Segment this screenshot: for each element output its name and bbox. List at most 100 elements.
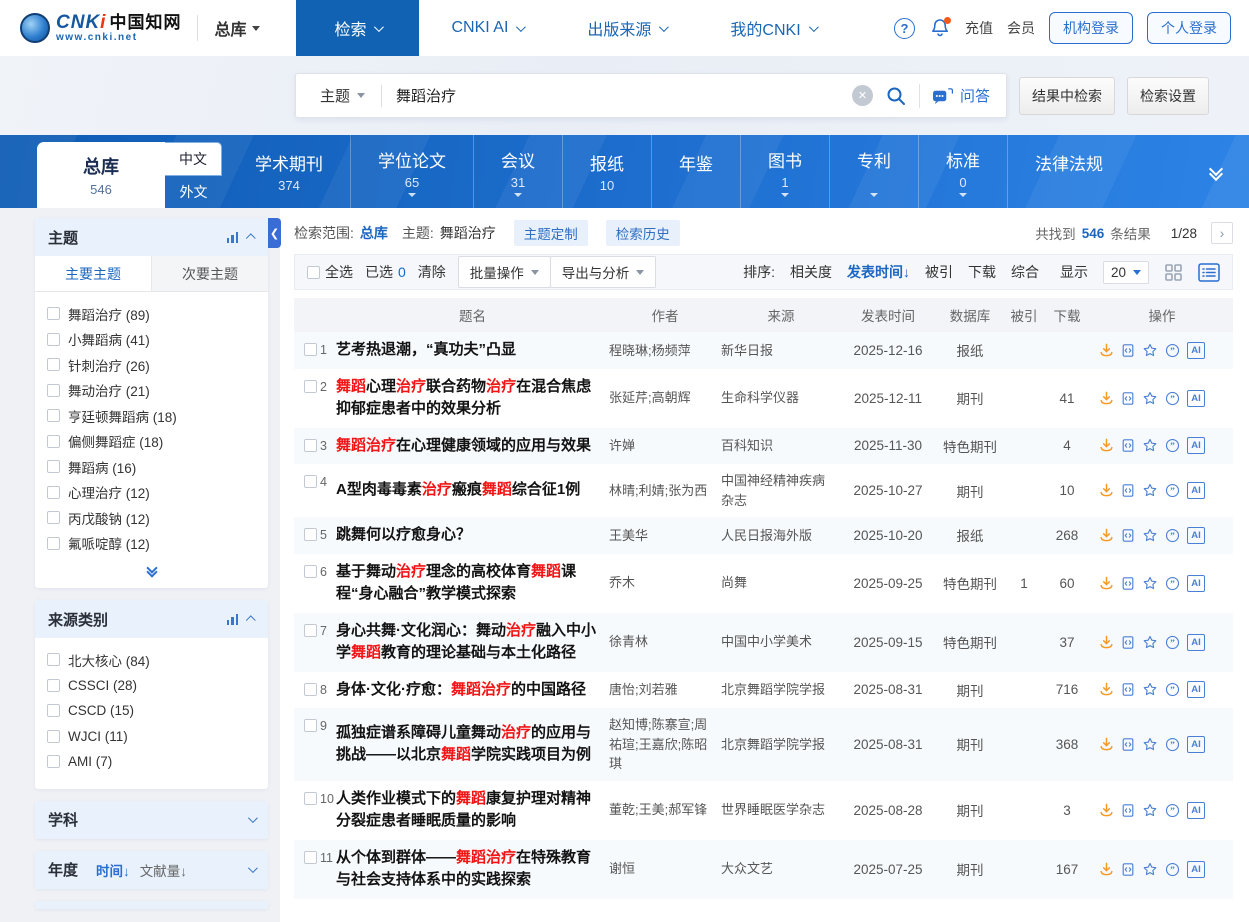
source-type-item[interactable]: CSSCI (28): [47, 673, 256, 699]
col-来源[interactable]: 来源: [721, 305, 841, 325]
result-title-link[interactable]: 孤独症谱系障碍儿童舞动治疗的应用与挑战——以北京舞蹈学院实践项目为例: [336, 722, 609, 767]
checkbox[interactable]: [47, 704, 60, 717]
download-icon[interactable]: [1099, 737, 1114, 752]
col-操作[interactable]: 操作: [1091, 305, 1233, 325]
tab-学术期刊[interactable]: 学术期刊374: [228, 135, 350, 208]
checkbox[interactable]: [47, 435, 60, 448]
html-read-icon[interactable]: [1121, 576, 1135, 591]
search-in-results-button[interactable]: 结果中检索: [1019, 77, 1115, 115]
col-被引[interactable]: 被引: [1005, 305, 1043, 325]
download-icon[interactable]: [1099, 862, 1114, 877]
result-title-link[interactable]: 身体·文化·疗愈：舞蹈治疗的中国路径: [336, 679, 609, 702]
topic-filter-item[interactable]: 亨廷顿舞蹈病 (18): [47, 403, 256, 429]
favorite-icon[interactable]: [1142, 528, 1158, 543]
result-authors[interactable]: 徐青林: [609, 632, 721, 652]
subject-header[interactable]: 学科: [35, 801, 268, 839]
checkbox[interactable]: [47, 307, 60, 320]
download-icon[interactable]: [1099, 483, 1114, 498]
row-checkbox[interactable]: [304, 528, 317, 541]
result-title-link[interactable]: A型肉毒毒素治疗瘢痕舞蹈综合征1例: [336, 479, 609, 502]
sort-发表时间↓[interactable]: 发表时间↓: [847, 262, 910, 282]
favorite-icon[interactable]: [1142, 438, 1158, 453]
favorite-icon[interactable]: [1142, 682, 1158, 697]
row-checkbox[interactable]: [304, 792, 317, 805]
sort-被引[interactable]: 被引: [925, 262, 953, 282]
cite-icon[interactable]: ”: [1165, 343, 1180, 358]
result-authors[interactable]: 张延芹;高朝辉: [609, 388, 721, 408]
result-title-link[interactable]: 舞蹈治疗在心理健康领域的应用与效果: [336, 435, 609, 458]
tab-年鉴[interactable]: 年鉴: [651, 135, 740, 208]
collapse-icon[interactable]: [246, 233, 256, 243]
result-source[interactable]: 中国中小学美术: [721, 632, 841, 652]
download-icon[interactable]: [1099, 635, 1114, 650]
row-checkbox[interactable]: [304, 719, 317, 732]
html-read-icon[interactable]: [1121, 438, 1135, 453]
ai-icon[interactable]: AI: [1187, 634, 1205, 651]
topic-filter-item[interactable]: 舞蹈病 (16): [47, 454, 256, 480]
topic-filter-item[interactable]: 心理治疗 (12): [47, 480, 256, 506]
help-icon[interactable]: ?: [894, 18, 915, 39]
cite-icon[interactable]: ”: [1165, 635, 1180, 650]
col-数据库[interactable]: 数据库: [935, 305, 1005, 325]
row-checkbox[interactable]: [304, 851, 317, 864]
nav-search[interactable]: 检索: [296, 0, 419, 56]
search-settings-button[interactable]: 检索设置: [1127, 77, 1209, 115]
cnki-logo[interactable]: CNKi中国知网 www.cnki.net: [20, 13, 181, 43]
favorite-icon[interactable]: [1142, 803, 1158, 818]
checkbox[interactable]: [47, 358, 60, 371]
favorite-icon[interactable]: [1142, 483, 1158, 498]
html-read-icon[interactable]: [1121, 862, 1135, 877]
topic-filter-item[interactable]: 氟哌啶醇 (12): [47, 531, 256, 557]
nav-publish-source[interactable]: 出版来源: [555, 0, 698, 56]
list-view-icon[interactable]: [1198, 263, 1220, 282]
result-source[interactable]: 新华日报: [721, 341, 841, 361]
html-read-icon[interactable]: [1121, 343, 1135, 358]
expand-icon[interactable]: [248, 813, 258, 823]
html-read-icon[interactable]: [1121, 635, 1135, 650]
source-type-item[interactable]: 北大核心 (84): [47, 647, 256, 673]
select-all-checkbox[interactable]: 全选: [307, 262, 353, 282]
row-checkbox[interactable]: [304, 380, 317, 393]
result-source[interactable]: 尚舞: [721, 573, 841, 593]
sort-下载[interactable]: 下载: [968, 262, 996, 282]
ai-icon[interactable]: AI: [1187, 527, 1205, 544]
topic-filter-item[interactable]: 舞蹈治疗 (89): [47, 301, 256, 327]
checkbox[interactable]: [47, 730, 60, 743]
cite-icon[interactable]: ”: [1165, 737, 1180, 752]
result-source[interactable]: 北京舞蹈学院学报: [721, 735, 841, 755]
result-source[interactable]: 世界睡眠医学杂志: [721, 800, 841, 820]
checkbox[interactable]: [47, 511, 60, 524]
search-icon[interactable]: [885, 85, 907, 107]
result-source[interactable]: 人民日报海外版: [721, 526, 841, 546]
clear-icon[interactable]: ✕: [852, 85, 873, 106]
result-source[interactable]: 北京舞蹈学院学报: [721, 680, 841, 700]
lang-toggle-cn[interactable]: 中文: [165, 142, 222, 176]
checkbox[interactable]: [47, 679, 60, 692]
ai-icon[interactable]: AI: [1187, 575, 1205, 592]
download-icon[interactable]: [1099, 343, 1114, 358]
html-read-icon[interactable]: [1121, 483, 1135, 498]
result-authors[interactable]: 许婵: [609, 436, 721, 456]
collapse-icon[interactable]: [246, 615, 256, 625]
page-size-select[interactable]: 20: [1103, 261, 1149, 284]
tab-secondary-topic[interactable]: 次要主题: [151, 256, 268, 291]
sort-综合[interactable]: 综合: [1011, 262, 1039, 282]
download-icon[interactable]: [1099, 528, 1114, 543]
checkbox[interactable]: [47, 537, 60, 550]
result-source[interactable]: 百科知识: [721, 436, 841, 456]
result-authors[interactable]: 董乾;王美;郝军锋: [609, 800, 721, 820]
recharge-link[interactable]: 充值: [965, 18, 993, 38]
org-login-button[interactable]: 机构登录: [1049, 12, 1133, 44]
result-authors[interactable]: 程晓琳;杨频萍: [609, 341, 721, 361]
col-下载[interactable]: 下载: [1043, 305, 1091, 325]
ai-icon[interactable]: AI: [1187, 681, 1205, 698]
html-read-icon[interactable]: [1121, 528, 1135, 543]
topic-filter-item[interactable]: 丙戊酸钠 (12): [47, 505, 256, 531]
tab-会议[interactable]: 会议31: [473, 135, 562, 208]
download-icon[interactable]: [1099, 682, 1114, 697]
html-read-icon[interactable]: [1121, 391, 1135, 406]
result-authors[interactable]: 谢恒: [609, 859, 721, 879]
ai-icon[interactable]: AI: [1187, 482, 1205, 499]
col-题名[interactable]: 题名: [336, 305, 609, 325]
ai-icon[interactable]: AI: [1187, 390, 1205, 407]
